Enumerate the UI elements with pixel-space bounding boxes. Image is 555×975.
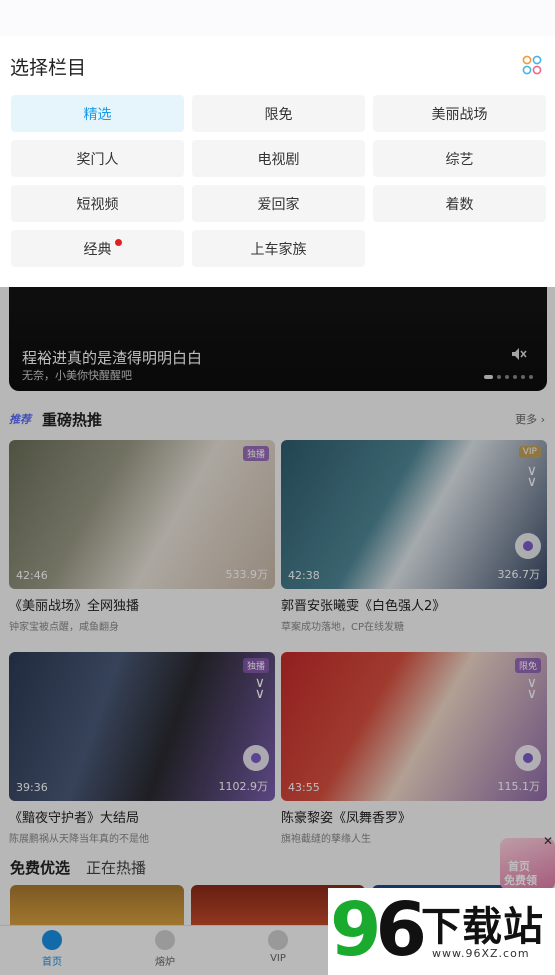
channel-chip-label: 奖门人 [76,151,119,168]
channel-chip[interactable]: 着数 [373,185,546,222]
channel-chip[interactable]: 综艺 [373,140,546,177]
app-screen: 程裕进真的是渣得明明白白 无奈，小美你快醒醒吧 推荐 重磅热推 更多 › 独播 … [0,0,555,975]
channel-chip[interactable]: 爱回家 [192,185,365,222]
channel-chip[interactable]: 精选 [11,95,184,132]
channel-chip-label: 电视剧 [257,151,300,168]
channel-chip-label: 上车家族 [250,241,307,258]
channel-chip-label: 综艺 [445,151,474,168]
watermark-url: www.96XZ.com [432,947,530,960]
channel-chip[interactable]: 限免 [192,95,365,132]
watermark-logo-text: 下载站 [421,904,544,950]
channel-chip-label: 着数 [445,196,474,213]
new-dot-badge [115,239,122,246]
channel-chip-label: 短视频 [76,196,119,213]
channel-chip-label: 经典 [83,241,112,258]
grid-apps-icon[interactable] [522,55,542,75]
channel-chip[interactable]: 短视频 [11,185,184,222]
channel-picker-panel: 选择栏目 精选 限免 美丽战场奖门人 电视剧 综艺短视频 爱回家 着数经典 上车家族 [0,0,555,287]
status-bar-area [0,0,555,36]
watermark-logo-number: 96 [330,887,427,973]
watermark: 96 下载站 www.96XZ.com [328,888,555,975]
panel-title: 选择栏目 [10,57,87,79]
channel-chip[interactable]: 奖门人 [11,140,184,177]
channel-chip-label: 限免 [264,106,293,123]
channel-chip[interactable]: 经典 [11,230,184,267]
channel-chip-label: 精选 [83,106,112,123]
channel-grid: 精选 限免 美丽战场奖门人 电视剧 综艺短视频 爱回家 着数经典 上车家族 [11,95,546,267]
channel-chip-label: 美丽战场 [431,106,488,123]
channel-chip[interactable]: 电视剧 [192,140,365,177]
channel-chip[interactable]: 美丽战场 [373,95,546,132]
channel-chip-label: 爱回家 [257,196,300,213]
channel-chip[interactable]: 上车家族 [192,230,365,267]
